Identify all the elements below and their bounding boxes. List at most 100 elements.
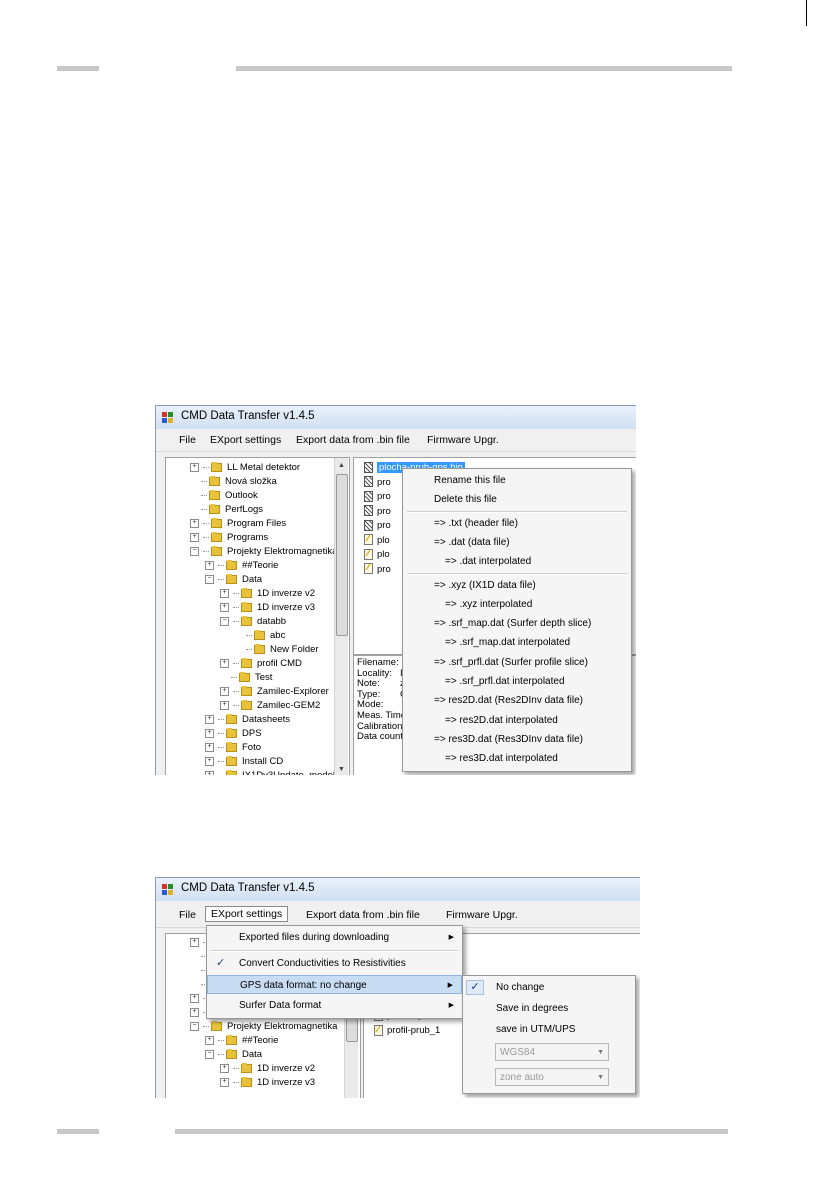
tree-item[interactable]: + Datasheets xyxy=(205,713,290,727)
menu-file[interactable]: File xyxy=(173,432,202,448)
gps-format-option[interactable]: save in UTM/UPS xyxy=(463,1020,635,1039)
menu-export-data[interactable]: Export data from .bin file xyxy=(290,432,416,448)
context-menu-item[interactable]: => .srf_map.dat (Surfer depth slice) xyxy=(403,614,631,633)
tree-item[interactable]: + LL Metal detektor xyxy=(190,461,300,475)
context-menu-item[interactable]: => res2D.dat (Res2DInv data file) xyxy=(403,691,631,710)
menu-firmware-upgrade[interactable]: Firmware Upgr. xyxy=(440,907,524,923)
tree-item[interactable]: − Data xyxy=(205,573,262,587)
tree-item[interactable]: + profil CMD xyxy=(220,657,302,671)
collapse-icon[interactable]: − xyxy=(220,616,229,626)
context-menu-item[interactable]: => .dat interpolated xyxy=(403,552,631,571)
gps-format-option[interactable]: Save in degrees xyxy=(463,999,635,1018)
tree-item[interactable]: + Programs xyxy=(190,531,268,545)
expand-icon[interactable]: + xyxy=(220,658,229,668)
file-item[interactable]: pro xyxy=(364,519,391,532)
file-item-label: pro xyxy=(377,476,391,488)
tree-item[interactable]: − Projekty Elektromagnetika xyxy=(190,545,337,559)
collapse-icon[interactable]: − xyxy=(205,1049,214,1059)
menu-export-settings[interactable]: EXport settings xyxy=(204,432,287,448)
context-menu-item[interactable]: => .txt (header file) xyxy=(403,514,631,533)
file-item[interactable]: pro xyxy=(364,563,391,576)
file-item[interactable]: pro xyxy=(364,476,391,489)
scroll-down-icon[interactable]: ▼ xyxy=(336,764,347,775)
menu-firmware-upgrade[interactable]: Firmware Upgr. xyxy=(421,432,505,448)
tree-item[interactable]: +1D inverze v3 xyxy=(220,601,315,615)
tree-item[interactable]: + Zamilec-Explorer xyxy=(220,685,329,699)
context-menu-item[interactable]: => res3D.dat interpolated xyxy=(403,749,631,768)
file-item[interactable]: profil-prub_1 xyxy=(374,1024,440,1037)
tree-item[interactable]: Outlook xyxy=(190,489,258,503)
expand-icon[interactable]: + xyxy=(205,714,214,724)
expand-icon[interactable]: + xyxy=(190,532,199,542)
expand-icon[interactable]: + xyxy=(205,728,214,738)
file-item[interactable]: pro xyxy=(364,505,391,518)
expand-icon[interactable]: + xyxy=(190,937,199,947)
tree-item[interactable]: +1D inverze v2 xyxy=(220,1062,315,1076)
tree-item[interactable]: + Foto xyxy=(205,741,261,755)
expand-icon[interactable]: + xyxy=(190,1007,199,1017)
tree-item[interactable]: + ##Teorie xyxy=(205,559,278,573)
file-item[interactable]: plo xyxy=(364,534,390,547)
context-menu-item[interactable]: => res3D.dat (Res3DInv data file) xyxy=(403,730,631,749)
context-menu-item[interactable]: => res2D.dat interpolated xyxy=(403,711,631,730)
expand-icon[interactable]: + xyxy=(190,993,199,1003)
menu-export-data[interactable]: Export data from .bin file xyxy=(300,907,426,923)
tree-item[interactable]: New Folder xyxy=(235,643,319,657)
context-menu-item[interactable]: => .srf_prfl.dat (Surfer profile slice) xyxy=(403,653,631,672)
tree-item[interactable]: +1D inverze v3 xyxy=(220,1076,315,1090)
tree-item[interactable]: +1D inverze v2 xyxy=(220,587,315,601)
collapse-icon[interactable]: − xyxy=(190,546,199,556)
expand-icon[interactable]: + xyxy=(220,1077,229,1087)
context-menu-item[interactable]: Rename this file xyxy=(403,471,631,490)
tree-item[interactable]: Test xyxy=(220,671,272,685)
tree-item[interactable]: + ##Teorie xyxy=(205,1034,278,1048)
file-item[interactable]: pro xyxy=(364,490,391,503)
expand-icon[interactable]: + xyxy=(190,518,199,528)
expand-icon[interactable]: + xyxy=(220,1063,229,1073)
gps-format-option[interactable]: ✓ No change xyxy=(463,978,635,997)
tree-item-label: 1D inverze v2 xyxy=(257,1063,316,1074)
file-item[interactable]: plo xyxy=(364,548,390,561)
tree-item[interactable]: + Program Files xyxy=(190,517,286,531)
tree-item[interactable]: + Install CD xyxy=(205,755,283,769)
context-menu-item[interactable]: => .srf_prfl.dat interpolated xyxy=(403,672,631,691)
tree-item[interactable]: − databb xyxy=(220,615,286,629)
tree-item[interactable]: + IX1Dv3Update_model xyxy=(205,769,335,775)
context-menu-item[interactable]: => .xyz interpolated xyxy=(403,595,631,614)
gps-format-menu-item[interactable]: GPS data format: no change ▶ xyxy=(207,975,462,994)
tree-item[interactable]: − Projekty Elektromagnetika xyxy=(190,1020,337,1034)
expand-icon[interactable]: + xyxy=(220,700,229,710)
dropdown-menu-item[interactable]: Exported files during downloading ▶ xyxy=(207,928,462,947)
context-menu-item[interactable]: => .srf_map.dat interpolated xyxy=(403,633,631,652)
menu-export-settings[interactable]: EXport settings xyxy=(205,906,289,922)
collapse-icon[interactable]: − xyxy=(205,574,214,584)
tree-item[interactable]: + Zamilec-GEM2 xyxy=(220,699,320,713)
scroll-up-icon[interactable]: ▲ xyxy=(336,460,347,471)
context-menu-item[interactable]: => .xyz (IX1D data file) xyxy=(403,576,631,595)
tree-scrollbar[interactable]: ▲ ▼ xyxy=(334,458,348,775)
context-menu-item[interactable]: => .dat (data file) xyxy=(403,533,631,552)
zone-select[interactable]: zone auto ▼ xyxy=(495,1068,609,1086)
expand-icon[interactable]: + xyxy=(220,602,229,612)
tree-item[interactable]: Nová složka xyxy=(190,475,277,489)
tree-item[interactable]: PerfLogs xyxy=(190,503,263,517)
expand-icon[interactable]: + xyxy=(205,770,214,775)
context-menu-item[interactable]: Delete this file xyxy=(403,490,631,509)
datum-select[interactable]: WGS84 ▼ xyxy=(495,1043,609,1061)
expand-icon[interactable]: + xyxy=(205,1035,214,1045)
expand-icon[interactable]: + xyxy=(220,588,229,598)
expand-icon[interactable]: + xyxy=(205,560,214,570)
tree-item[interactable]: − Data xyxy=(205,1048,262,1062)
expand-icon[interactable]: + xyxy=(205,756,214,766)
dropdown-menu-item[interactable]: Surfer Data format ▶ xyxy=(207,996,462,1015)
folder-tree[interactable]: + LL Metal detektor Nová složka Outlook Perf… xyxy=(165,457,350,775)
expand-icon[interactable]: + xyxy=(190,462,199,472)
scroll-thumb[interactable] xyxy=(336,474,348,636)
menu-file[interactable]: File xyxy=(173,907,202,923)
tree-item[interactable]: + DPS xyxy=(205,727,262,741)
dropdown-menu-item[interactable]: ✓ Convert Conductivities to Resistivities xyxy=(207,954,462,973)
tree-item[interactable]: abc xyxy=(235,629,285,643)
expand-icon[interactable]: + xyxy=(220,686,229,696)
expand-icon[interactable]: + xyxy=(205,742,214,752)
collapse-icon[interactable]: − xyxy=(190,1021,199,1031)
